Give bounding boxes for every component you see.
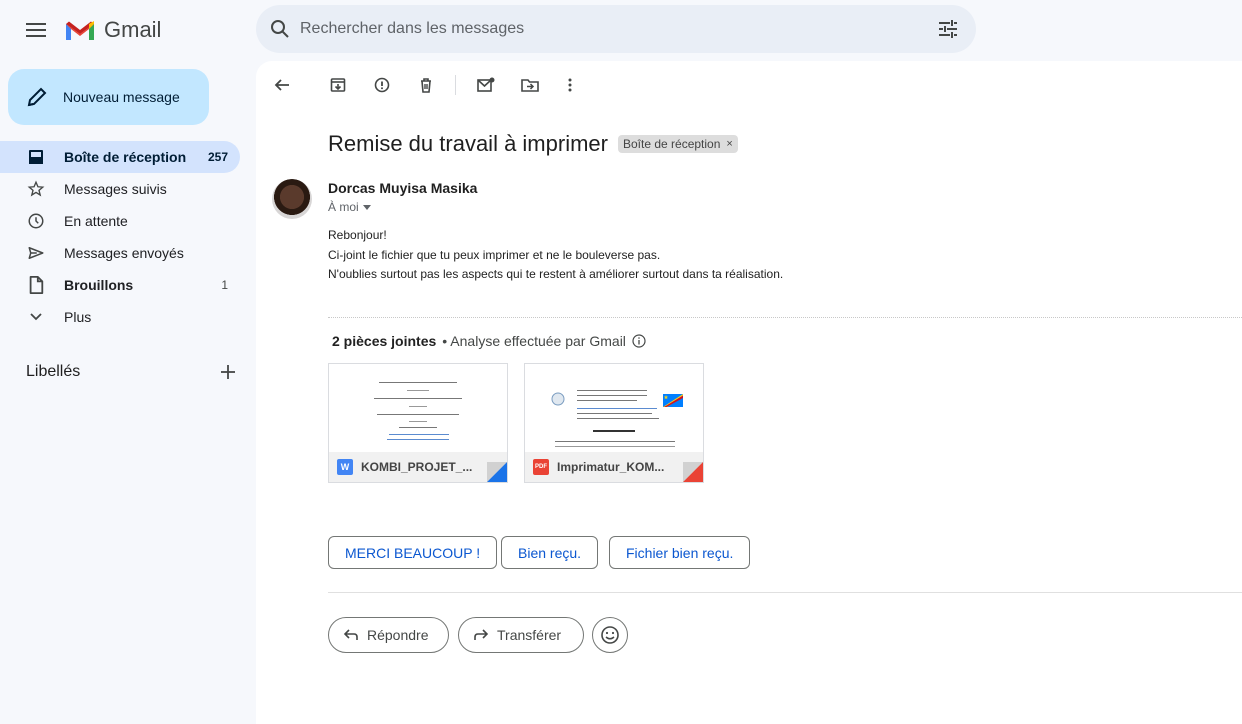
search-input[interactable]	[300, 5, 900, 53]
file-corner-icon	[487, 462, 507, 482]
attachment-preview	[525, 364, 703, 452]
labels-title: Libellés	[26, 363, 81, 380]
reply-icon	[343, 629, 358, 640]
attachment-card[interactable]: PDF Imprimatur_KOM...	[524, 363, 704, 483]
sidebar-item-label: Messages suivis	[64, 181, 167, 197]
draft-count: 1	[221, 278, 228, 292]
drc-flag-image	[663, 394, 683, 407]
sidebar-item-more[interactable]: Plus	[0, 301, 240, 333]
sidebar-item-label: Brouillons	[64, 277, 134, 293]
attachments-count: 2 pièces jointes	[332, 333, 437, 349]
smart-reply-button[interactable]: Bien reçu.	[501, 536, 599, 569]
email-body: Rebonjour! Ci-joint le fichier que tu pe…	[328, 226, 783, 285]
reply-button[interactable]: Répondre	[328, 617, 449, 653]
app-name: Gmail	[104, 17, 162, 42]
compose-button[interactable]: Nouveau message	[8, 69, 209, 125]
info-icon[interactable]	[632, 334, 646, 348]
sidebar-item-starred[interactable]: Messages suivis	[0, 173, 240, 205]
labels-section-header: Libellés	[26, 360, 240, 384]
sidebar-item-inbox[interactable]: Boîte de réception 257	[0, 141, 240, 173]
more-options-button[interactable]	[556, 73, 584, 97]
gmail-logo[interactable]: Gmail	[64, 14, 161, 46]
unread-count: 257	[207, 150, 228, 164]
body-line: N'oublies surtout pas les aspects qui te…	[328, 267, 784, 281]
send-icon	[28, 247, 44, 259]
clock-icon	[28, 213, 44, 229]
move-to-button[interactable]	[516, 73, 544, 97]
report-spam-button[interactable]	[368, 73, 396, 97]
email-subject: Remise du travail à imprimer	[328, 131, 608, 156]
compose-label: Nouveau message	[63, 89, 180, 105]
sidebar-nav: Boîte de réception 257 Messages suivis E…	[0, 141, 240, 333]
sidebar-item-drafts[interactable]: Brouillons 1	[0, 269, 240, 301]
attachments-header: 2 pièces jointes • Analyse effectuée par…	[332, 333, 646, 349]
delete-button[interactable]	[412, 73, 440, 97]
trash-icon	[421, 78, 431, 93]
sidebar-item-label: Plus	[64, 309, 92, 325]
mark-unread-icon	[477, 77, 495, 92]
sender-name[interactable]: Dorcas Muyisa Masika	[328, 180, 477, 196]
more-vertical-icon	[568, 78, 572, 92]
reply-label: Répondre	[367, 627, 429, 643]
back-button[interactable]	[268, 73, 296, 97]
file-corner-icon	[683, 462, 703, 482]
sidebar-item-snoozed[interactable]: En attente	[0, 205, 240, 237]
caret-down-icon	[362, 204, 371, 210]
inbox-label-chip[interactable]: Boîte de réception ×	[618, 135, 738, 153]
hamburger-menu-icon	[26, 23, 46, 37]
attachment-preview	[329, 364, 507, 452]
sidebar-item-label: En attente	[64, 213, 128, 229]
smart-reply-button[interactable]: MERCI BEAUCOUP !	[328, 536, 498, 569]
smart-reply-button[interactable]: Fichier bien reçu.	[609, 536, 751, 569]
add-label-icon[interactable]	[216, 360, 240, 384]
sender-avatar[interactable]	[272, 179, 312, 219]
reply-divider	[328, 592, 1242, 593]
gmail-m-icon	[66, 21, 94, 40]
body-line: Rebonjour!	[328, 228, 387, 242]
forward-label: Transférer	[497, 627, 562, 643]
search-options-icon[interactable]	[936, 17, 960, 41]
attachment-name: Imprimatur_KOM...	[557, 460, 665, 474]
attachment-card[interactable]: W KOMBI_PROJET_...	[328, 363, 508, 483]
search-icon[interactable]	[268, 17, 292, 41]
forward-icon	[474, 629, 489, 640]
draft-icon	[29, 276, 44, 294]
archive-icon	[330, 78, 346, 92]
scan-status: • Analyse effectuée par Gmail	[442, 333, 626, 349]
sidebar-item-label: Boîte de réception	[64, 149, 187, 165]
message-view: Remise du travail à imprimer Boîte de ré…	[256, 61, 1242, 724]
inbox-icon	[29, 150, 43, 164]
arrow-back-icon	[274, 79, 289, 91]
main-menu-button[interactable]	[20, 14, 52, 46]
forward-button[interactable]: Transférer	[458, 617, 584, 653]
label-chip-text: Boîte de réception	[623, 137, 721, 151]
sidebar-item-sent[interactable]: Messages envoyés	[0, 237, 240, 269]
report-spam-icon	[374, 77, 390, 93]
move-to-folder-icon	[521, 79, 539, 92]
search-bar[interactable]	[256, 5, 976, 53]
attachment-name: KOMBI_PROJET_...	[361, 460, 473, 474]
chevron-down-icon	[30, 313, 42, 321]
recipient-label: À moi	[328, 200, 359, 214]
pdf-file-icon: PDF	[533, 459, 549, 475]
attachments-divider	[328, 317, 1242, 318]
archive-button[interactable]	[324, 73, 352, 97]
seal-image	[551, 392, 565, 406]
star-icon	[27, 180, 45, 197]
recipient-details-toggle[interactable]: À moi	[328, 200, 371, 214]
emoji-reaction-button[interactable]	[592, 617, 628, 653]
word-file-icon: W	[337, 459, 353, 475]
body-line: Ci-joint le fichier que tu peux imprimer…	[328, 247, 661, 262]
toolbar-divider	[455, 75, 456, 95]
remove-label-icon[interactable]: ×	[726, 138, 732, 150]
mark-unread-button[interactable]	[472, 73, 500, 97]
pencil-icon	[27, 87, 47, 107]
smiley-icon	[601, 626, 619, 644]
sidebar-item-label: Messages envoyés	[64, 245, 184, 261]
